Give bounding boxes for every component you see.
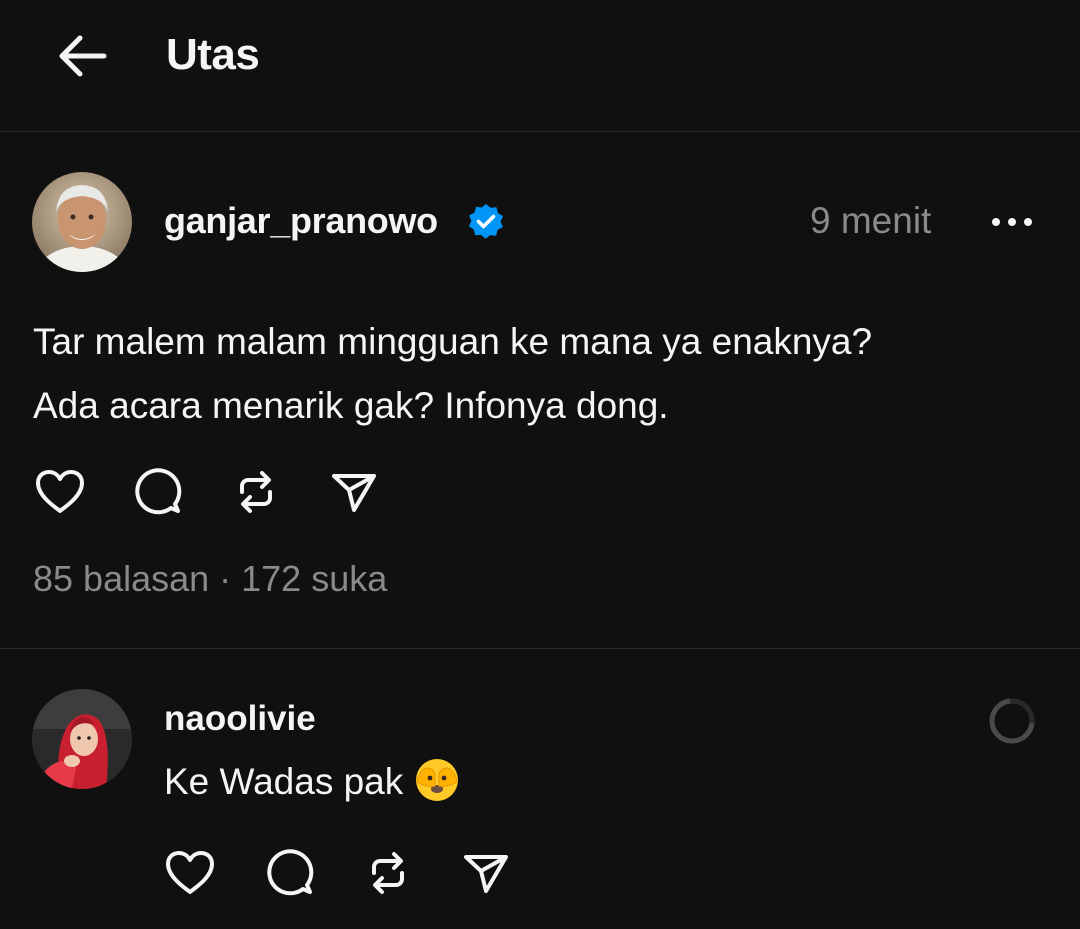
more-options-button[interactable] [984,202,1044,242]
post-text-line: Ada acara menarik gak? Infonya dong. [33,385,669,426]
comment-icon [135,468,182,515]
page-title: Utas [166,30,260,79]
top-app-bar: Utas [0,0,1080,132]
thread-screen: Utas ganjar_pranowo 9 menit Tar malem ma… [0,0,1080,929]
reply-button[interactable] [262,845,318,901]
reply-username[interactable]: naoolivie [164,699,316,739]
post-timestamp: 9 menit [810,200,932,241]
reply-body: Ke Wadas pak [164,759,461,804]
post-text-line: Tar malem malam mingguan ke mana ya enak… [33,321,873,362]
avatar[interactable] [32,172,132,272]
back-button[interactable] [52,28,112,84]
share-button[interactable] [458,845,514,901]
like-button[interactable] [162,845,218,901]
like-button[interactable] [32,464,88,520]
avatar[interactable] [32,689,132,789]
share-icon [332,474,376,512]
thread-post: ganjar_pranowo 9 menit Tar malem malam m… [0,132,1080,649]
comment-icon [267,849,314,896]
repost-icon [240,471,272,513]
face-with-peeking-eye-emoji [416,759,459,802]
heart-icon [166,851,214,894]
post-username[interactable]: ganjar_pranowo [164,200,438,242]
repost-button[interactable] [360,845,416,901]
arrow-left-icon [59,35,107,77]
reply-item: naoolivie Ke Wadas pak [0,649,1080,929]
share-icon [464,855,508,893]
reply-button[interactable] [130,464,186,520]
post-stats[interactable]: 85 balasan · 172 suka [33,558,387,600]
avatar-image [32,689,132,789]
more-horizontal-icon [992,218,1032,226]
verified-badge-icon [468,204,503,239]
repost-button[interactable] [228,464,284,520]
post-body: Tar malem malam mingguan ke mana ya enak… [33,310,1043,438]
share-button[interactable] [326,464,382,520]
avatar-image [32,172,132,272]
heart-icon [36,470,84,513]
loading-spinner-icon [989,698,1035,744]
reply-text: Ke Wadas pak [164,761,404,802]
repost-icon [372,852,404,894]
